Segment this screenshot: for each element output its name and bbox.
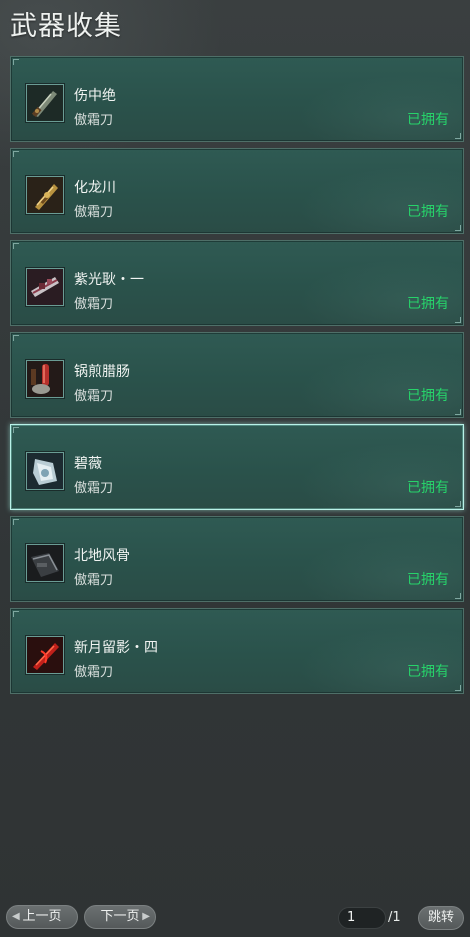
weapon-type: 傲霜刀: [74, 205, 114, 220]
weapon-name: 伤中绝: [74, 88, 116, 104]
pagination-bar: ◀ 上一页 下一页 ▶ 1 /1 跳转: [0, 905, 470, 931]
owned-status: 已拥有: [407, 388, 449, 404]
page-total: /1: [388, 910, 401, 925]
weapon-type: 傲霜刀: [74, 665, 114, 680]
golden-dragon-blade-icon: [26, 176, 64, 214]
weapon-name: 化龙川: [74, 180, 116, 196]
weapon-card[interactable]: 紫光耿・一 傲霜刀 已拥有: [10, 240, 464, 326]
weapon-name: 锅煎腊肠: [74, 364, 130, 380]
owned-status: 已拥有: [407, 480, 449, 496]
weapon-type: 傲霜刀: [74, 481, 114, 496]
chevron-right-icon: ▶: [142, 911, 150, 922]
weapon-name: 紫光耿・一: [74, 272, 144, 288]
weapon-card[interactable]: 新月留影・四 傲霜刀 已拥有: [10, 608, 464, 694]
weapon-name: 新月留影・四: [74, 640, 158, 656]
prev-page-label: 上一页: [22, 909, 62, 924]
owned-status: 已拥有: [407, 572, 449, 588]
next-page-button[interactable]: 下一页 ▶: [84, 905, 156, 929]
weapon-type: 傲霜刀: [74, 113, 114, 128]
weapon-card[interactable]: 化龙川 傲霜刀 已拥有: [10, 148, 464, 234]
owned-status: 已拥有: [407, 112, 449, 128]
dark-green-blade-icon: [26, 84, 64, 122]
weapon-card[interactable]: 伤中绝 傲霜刀 已拥有: [10, 56, 464, 142]
prev-page-button[interactable]: ◀ 上一页: [6, 905, 78, 929]
weapon-card[interactable]: 锅煎腊肠 傲霜刀 已拥有: [10, 332, 464, 418]
owned-status: 已拥有: [407, 296, 449, 312]
weapon-card-selected[interactable]: 碧薇 傲霜刀 已拥有: [10, 424, 464, 510]
weapon-name: 碧薇: [74, 456, 102, 472]
dark-steel-blade-icon: [26, 544, 64, 582]
page-title: 武器收集: [10, 11, 122, 42]
weapon-type: 傲霜刀: [74, 297, 114, 312]
chevron-left-icon: ◀: [12, 911, 20, 922]
weapon-type: 傲霜刀: [74, 573, 114, 588]
sausage-pan-blade-icon: [26, 360, 64, 398]
weapon-name: 北地风骨: [74, 548, 130, 564]
red-crescent-blade-icon: [26, 636, 64, 674]
weapon-type: 傲霜刀: [74, 389, 114, 404]
next-page-label: 下一页: [100, 909, 140, 924]
owned-status: 已拥有: [407, 664, 449, 680]
owned-status: 已拥有: [407, 204, 449, 220]
page-number-input[interactable]: 1: [338, 907, 386, 929]
weapon-card[interactable]: 北地风骨 傲霜刀 已拥有: [10, 516, 464, 602]
weapon-list: 伤中绝 傲霜刀 已拥有 化龙川 傲霜刀 已拥有 紫光耿・一 傲霜刀 已拥有 锅煎…: [10, 56, 464, 700]
silver-blue-blade-icon: [26, 452, 64, 490]
purple-light-blade-icon: [26, 268, 64, 306]
jump-button[interactable]: 跳转: [418, 906, 464, 930]
